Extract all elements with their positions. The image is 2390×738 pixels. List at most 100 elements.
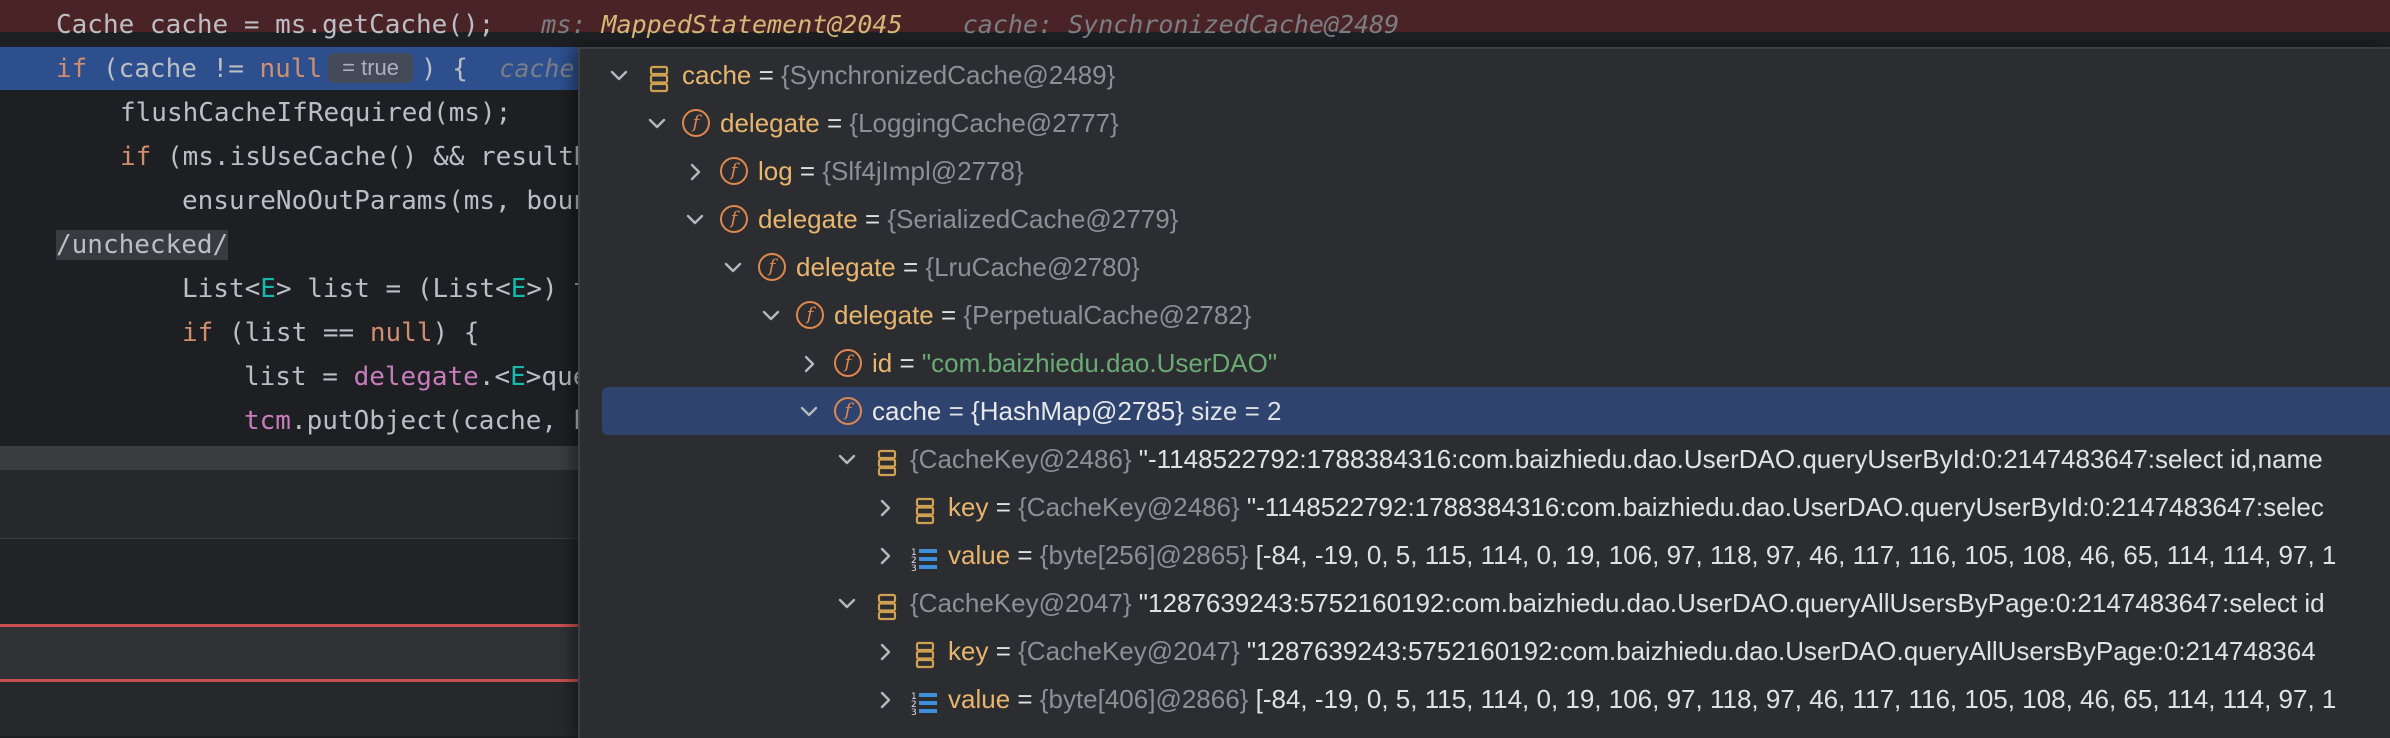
tree-node-entry[interactable]: {CacheKey@2486} "-1148522792:1788384316:… bbox=[580, 435, 2390, 483]
code-line-3[interactable]: flushCacheIfRequired(ms); bbox=[0, 91, 578, 135]
chevron-down-icon[interactable] bbox=[608, 51, 632, 99]
node-name: cache bbox=[682, 60, 752, 90]
splitter-bar[interactable] bbox=[0, 446, 578, 470]
object-icon bbox=[872, 589, 902, 621]
node-equals: = bbox=[933, 300, 964, 330]
object-icon bbox=[644, 61, 674, 93]
field-icon: f bbox=[796, 301, 824, 329]
node-type: {SerializedCache@2779} bbox=[887, 204, 1179, 234]
node-type: {SynchronizedCache@2489} bbox=[781, 60, 1116, 90]
inline-debug-hint: ms: MappedStatement@2045 cache: Synchron… bbox=[541, 10, 1400, 39]
node-equals: = bbox=[751, 60, 782, 90]
node-equals: = bbox=[892, 348, 922, 378]
field-icon: f bbox=[682, 109, 710, 137]
field-icon: f bbox=[720, 205, 748, 233]
chevron-right-icon[interactable] bbox=[874, 627, 898, 675]
node-type: {Slf4jImpl@2778} bbox=[822, 156, 1024, 186]
field-icon: f bbox=[834, 397, 862, 425]
node-type: {CacheKey@2047} bbox=[910, 588, 1132, 618]
chevron-down-icon[interactable] bbox=[722, 243, 746, 291]
code-line-2[interactable]: if (cache != null = true) { cache bbox=[0, 47, 578, 91]
panel-row-4 bbox=[0, 682, 578, 736]
chevron-right-icon[interactable] bbox=[874, 675, 898, 723]
panel-row-2 bbox=[0, 539, 578, 626]
node-name: value bbox=[948, 540, 1011, 570]
tree-node-value[interactable]: 1 2 3 value = {byte[256]@2865} [-84, -19, 0… bbox=[580, 531, 2390, 579]
code-line-7[interactable]: List<E> list = (List<E>) t bbox=[0, 267, 578, 311]
code-line-6[interactable]: /unchecked/ bbox=[0, 223, 578, 267]
chevron-down-icon[interactable] bbox=[646, 99, 670, 147]
node-type: {HashMap@2785} bbox=[971, 396, 1184, 426]
array-icon: 123 bbox=[910, 685, 940, 718]
comment-text: /unchecked/ bbox=[56, 230, 229, 260]
debugger-value-popup[interactable]: cache = {SynchronizedCache@2489} f delegat… bbox=[578, 47, 2390, 738]
chevron-right-icon[interactable] bbox=[874, 483, 898, 531]
object-icon bbox=[910, 637, 940, 669]
node-value: "1287639243:5752160192:com.baizhiedu.dao… bbox=[1131, 588, 2325, 618]
svg-text:3: 3 bbox=[911, 708, 917, 718]
chevron-right-icon[interactable] bbox=[684, 147, 708, 195]
tree-node-value[interactable]: 1 2 3 value = {byte[406]@2866} [-84, -19, 0… bbox=[580, 675, 2390, 723]
node-type: {PerpetualCache@2782} bbox=[963, 300, 1252, 330]
node-name: delegate bbox=[758, 204, 858, 234]
object-icon bbox=[910, 493, 940, 525]
svg-text:3: 3 bbox=[911, 564, 917, 574]
node-name: id bbox=[872, 348, 893, 378]
chevron-down-icon[interactable] bbox=[836, 579, 860, 627]
chevron-down-icon[interactable] bbox=[798, 387, 822, 435]
object-icon bbox=[872, 445, 902, 477]
node-equals: = bbox=[895, 252, 926, 282]
code-line-4[interactable]: if (ms.isUseCache() && resultH bbox=[0, 135, 578, 179]
code-line-8[interactable]: if (list == null) { bbox=[0, 311, 578, 355]
tree-node-id[interactable]: f id = "com.baizhiedu.dao.UserDAO" bbox=[580, 339, 2390, 387]
node-value: [-84, -19, 0, 5, 115, 114, 0, 19, 106, 9… bbox=[1248, 540, 2337, 570]
node-equals: = bbox=[988, 492, 1019, 522]
code-line-9[interactable]: list = delegate.<E>que bbox=[0, 355, 578, 399]
chevron-right-icon[interactable] bbox=[874, 531, 898, 579]
inline-value-chip[interactable]: = true bbox=[328, 53, 413, 83]
tree-node-delegate[interactable]: f delegate = {LoggingCache@2777} bbox=[580, 99, 2390, 147]
tree-node-cache[interactable]: f cache = {HashMap@2785} size = 2 bbox=[602, 387, 2390, 435]
tree-node-entry[interactable]: {CacheKey@2047} "1287639243:5752160192:c… bbox=[580, 579, 2390, 627]
tree-node-delegate[interactable]: f delegate = {LruCache@2780} bbox=[580, 243, 2390, 291]
code-line-10[interactable]: tcm.putObject(cache, k bbox=[0, 399, 578, 439]
chevron-down-icon[interactable] bbox=[760, 291, 784, 339]
tree-node-log[interactable]: f log = {Slf4jImpl@2778} bbox=[580, 147, 2390, 195]
code-line-5[interactable]: ensureNoOutParams(ms, boun bbox=[0, 179, 578, 223]
node-name: value bbox=[948, 684, 1011, 714]
array-icon: 123 bbox=[910, 541, 940, 574]
node-name: cache bbox=[872, 396, 942, 426]
field-icon: f bbox=[758, 253, 786, 281]
code-line-1[interactable]: Cache cache = ms.getCache(); ms: MappedS… bbox=[0, 3, 2390, 47]
node-size: size = 2 bbox=[1183, 396, 1282, 426]
node-type: {byte[406]@2866} bbox=[1039, 684, 1249, 714]
tree-node-delegate[interactable]: f delegate = {PerpetualCache@2782} bbox=[580, 291, 2390, 339]
field-icon: f bbox=[834, 349, 862, 377]
node-name: delegate bbox=[834, 300, 934, 330]
node-name: delegate bbox=[796, 252, 896, 282]
node-equals: = bbox=[857, 204, 888, 234]
tree-node-cache[interactable]: cache = {SynchronizedCache@2489} bbox=[580, 51, 2390, 99]
node-name: log bbox=[758, 156, 793, 186]
node-type: {CacheKey@2047} bbox=[1018, 636, 1240, 666]
node-equals: = bbox=[988, 636, 1019, 666]
node-type: {byte[256]@2865} bbox=[1039, 540, 1249, 570]
node-equals: = bbox=[941, 396, 972, 426]
node-value: "-1148522792:1788384316:com.baizhiedu.da… bbox=[1131, 444, 2323, 474]
chevron-down-icon[interactable] bbox=[684, 195, 708, 243]
node-type: {CacheKey@2486} bbox=[1018, 492, 1240, 522]
chevron-down-icon[interactable] bbox=[836, 435, 860, 483]
chevron-right-icon[interactable] bbox=[798, 339, 822, 387]
tree-node-key[interactable]: key = {CacheKey@2486} "-1148522792:17883… bbox=[580, 483, 2390, 531]
node-value: "com.baizhiedu.dao.UserDAO" bbox=[921, 348, 1278, 378]
node-type: {LoggingCache@2777} bbox=[849, 108, 1119, 138]
tree-node-key[interactable]: key = {CacheKey@2047} "1287639243:575216… bbox=[580, 627, 2390, 675]
node-name: delegate bbox=[720, 108, 820, 138]
node-equals: = bbox=[1010, 684, 1040, 714]
node-value: "1287639243:5752160192:com.baizhiedu.dao… bbox=[1239, 636, 2316, 666]
tree-node-delegate[interactable]: f delegate = {SerializedCache@2779} bbox=[580, 195, 2390, 243]
field-icon: f bbox=[720, 157, 748, 185]
node-equals: = bbox=[792, 156, 823, 186]
panel-row-1 bbox=[0, 470, 578, 539]
node-value: "-1148522792:1788384316:com.baizhiedu.da… bbox=[1239, 492, 2324, 522]
